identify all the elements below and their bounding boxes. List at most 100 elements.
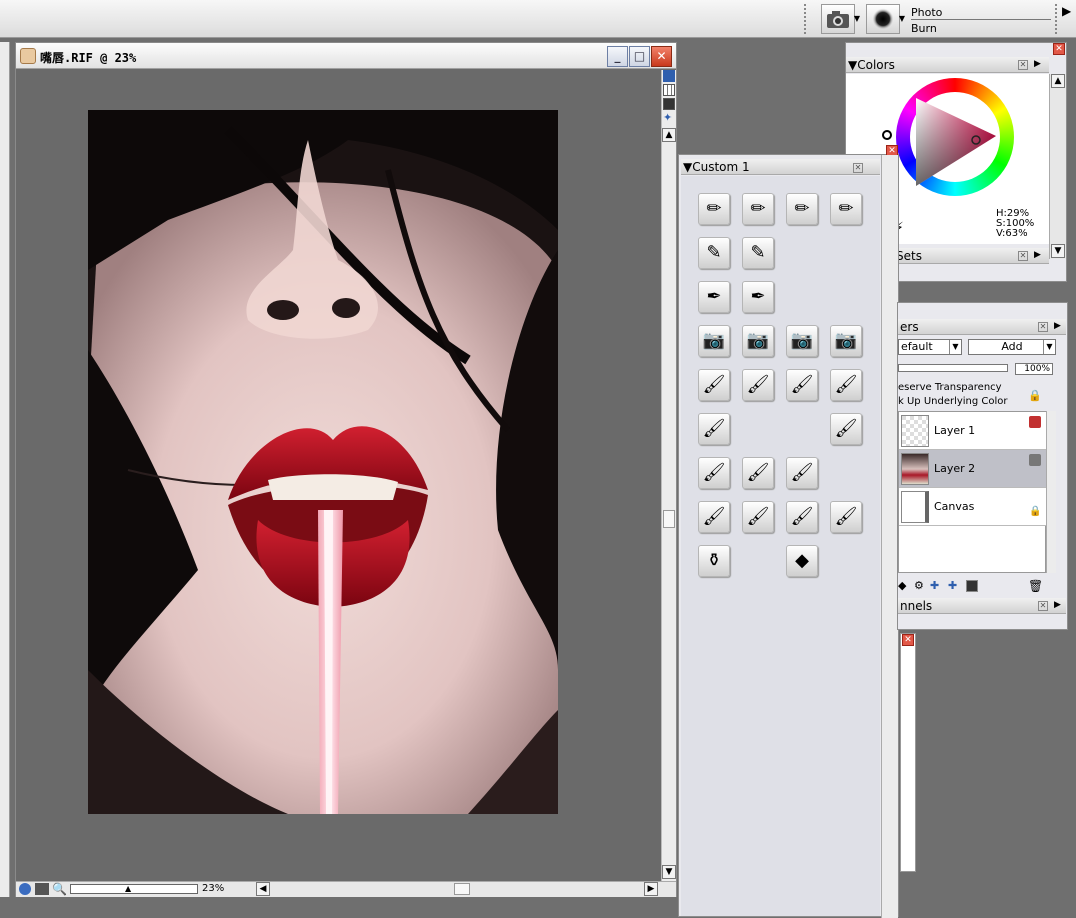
scroll-down-button[interactable]: ▼: [662, 865, 676, 879]
scroll-left-button[interactable]: ◀: [256, 882, 270, 896]
palette-menu-arrow-icon[interactable]: ▶: [1034, 59, 1041, 69]
water-brush-icon[interactable]: 🖌: [830, 413, 862, 445]
blender-brush-icon[interactable]: 🖌: [786, 501, 818, 533]
pen-icon[interactable]: ✒: [698, 281, 730, 313]
water-brush-icon[interactable]: 🖌: [698, 413, 730, 445]
new-layer-mask-icon[interactable]: ✚: [948, 579, 957, 592]
camera-icon[interactable]: 📷: [742, 325, 774, 357]
pencil-icon[interactable]: ✏: [786, 193, 818, 225]
scroll-down-button[interactable]: ▼: [1051, 244, 1065, 258]
camera-icon[interactable]: 📷: [830, 325, 862, 357]
dynamic-plugins-icon[interactable]: ◆: [898, 579, 906, 592]
canvas-area[interactable]: [16, 70, 661, 881]
chevron-down-icon[interactable]: ▼: [1043, 340, 1055, 354]
zoom-slider-thumb[interactable]: ▲: [125, 884, 131, 893]
close-icon[interactable]: ✕: [902, 634, 914, 646]
eraser-icon[interactable]: ✎: [698, 237, 730, 269]
water-brush-icon[interactable]: 🖌: [698, 369, 730, 401]
chevron-down-icon[interactable]: ▼: [853, 4, 861, 34]
palette-menu-arrow-icon[interactable]: ▶: [1034, 250, 1041, 260]
pencil-icon[interactable]: ✏: [698, 193, 730, 225]
blender-brush-icon[interactable]: 🖌: [742, 501, 774, 533]
chevron-down-icon[interactable]: ▼: [898, 4, 906, 34]
blender-brush-icon[interactable]: 🖌: [830, 501, 862, 533]
lock-icon[interactable]: 🔒: [1029, 506, 1041, 517]
collapse-triangle-icon[interactable]: ▼: [848, 58, 857, 72]
pin-icon[interactable]: ✦: [663, 112, 675, 124]
hue-indicator[interactable]: [882, 130, 892, 140]
grid-icon[interactable]: [663, 84, 675, 96]
eraser-icon[interactable]: ✎: [742, 237, 774, 269]
layer-commands-icon[interactable]: ⚙: [914, 579, 924, 592]
hscroll-thumb[interactable]: [454, 883, 470, 895]
scroll-right-button[interactable]: ▶: [644, 882, 658, 896]
camera-icon[interactable]: 📷: [698, 325, 730, 357]
binoculars-icon[interactable]: [35, 883, 49, 895]
pick-up-color-label[interactable]: k Up Underlying Color: [898, 396, 1008, 407]
composite-method-select[interactable]: efault ▼: [898, 339, 962, 355]
layer-row[interactable]: Canvas 🔒: [899, 488, 1047, 526]
custom-palette-header[interactable]: ▼Custom 1: [681, 159, 880, 175]
left-panel-edge[interactable]: [0, 42, 10, 897]
collapse-triangle-icon[interactable]: ▼: [683, 160, 692, 174]
close-button[interactable]: ✕: [651, 46, 672, 67]
pen-icon[interactable]: ✒: [742, 281, 774, 313]
palette-close-box[interactable]: ✕: [1018, 60, 1028, 70]
layer-row[interactable]: Layer 1: [899, 412, 1047, 450]
blender-brush-icon[interactable]: 🖌: [698, 501, 730, 533]
water-brush-icon[interactable]: 🖌: [742, 369, 774, 401]
palette-close-box[interactable]: ✕: [1018, 251, 1028, 261]
camera-icon[interactable]: 📷: [786, 325, 818, 357]
minimize-button[interactable]: _: [607, 46, 628, 67]
opacity-field[interactable]: 100%: [1015, 363, 1053, 375]
toolbar-grip[interactable]: [1055, 4, 1059, 34]
custom-palette-scrollbar[interactable]: [881, 155, 898, 918]
saturation-value-triangle[interactable]: [896, 78, 1014, 196]
custom-palette-title: Custom 1: [692, 160, 750, 174]
preserve-transparency-label[interactable]: eserve Transparency: [898, 382, 1002, 393]
water-brush-icon[interactable]: 🖌: [830, 369, 862, 401]
layers-list[interactable]: Layer 1 Layer 2 Canvas 🔒: [898, 411, 1047, 573]
scroll-up-button[interactable]: ▲: [662, 128, 676, 142]
brush-variant-button[interactable]: [866, 4, 900, 34]
trash-icon[interactable]: 🗑: [1028, 579, 1043, 593]
lock-icon[interactable]: 🔒: [1028, 389, 1042, 402]
pencil-icon[interactable]: ✏: [830, 193, 862, 225]
document-title-bar[interactable]: 嘴唇.RIF @ 23% _ □ ✕: [16, 43, 676, 69]
ink-pot-icon[interactable]: ⚱: [698, 545, 730, 577]
view-mode-icon[interactable]: [663, 70, 675, 82]
layers-scrollbar[interactable]: [1046, 411, 1056, 573]
opacity-slider[interactable]: [898, 364, 1008, 372]
zoom-slider[interactable]: ▲: [70, 884, 198, 894]
toolbar-grip[interactable]: [804, 4, 808, 34]
painting-image[interactable]: [88, 110, 558, 814]
palette-knife-icon[interactable]: ◆: [786, 545, 818, 577]
oil-brush-icon[interactable]: 🖌: [786, 457, 818, 489]
scroll-thumb[interactable]: [663, 510, 675, 528]
palette-menu-arrow-icon[interactable]: ▶: [1054, 321, 1061, 331]
globe-icon[interactable]: [19, 883, 31, 895]
scroll-up-button[interactable]: ▲: [1051, 74, 1065, 88]
expand-arrow-icon[interactable]: ▶: [1062, 4, 1071, 18]
composite-depth-select[interactable]: Add ▼: [968, 339, 1056, 355]
water-brush-icon[interactable]: 🖌: [786, 369, 818, 401]
oil-brush-icon[interactable]: 🖌: [698, 457, 730, 489]
new-layer-icon[interactable]: ✚: [930, 579, 939, 592]
close-icon[interactable]: ✕: [1053, 43, 1065, 55]
maximize-button[interactable]: □: [629, 46, 650, 67]
drawing-mode-icon[interactable]: [663, 98, 675, 110]
layer-row[interactable]: Layer 2: [899, 450, 1047, 488]
oil-brush-icon[interactable]: 🖌: [742, 457, 774, 489]
chevron-down-icon[interactable]: ▼: [949, 340, 961, 354]
vertical-scrollbar[interactable]: ✦ ▲ ▼: [661, 70, 676, 881]
colors-scrollbar[interactable]: ▲ ▼: [1049, 74, 1066, 259]
layer-mask-icon[interactable]: [966, 580, 978, 592]
pencil-icon[interactable]: ✏: [742, 193, 774, 225]
palette-menu-arrow-icon[interactable]: ▶: [1054, 600, 1061, 610]
palette-close-box[interactable]: ✕: [853, 163, 863, 173]
zoom-icon[interactable]: 🔍: [52, 882, 67, 896]
palette-close-box[interactable]: ✕: [1038, 601, 1048, 611]
palette-close-box[interactable]: ✕: [1038, 322, 1048, 332]
collapsed-palette[interactable]: ✕: [900, 633, 916, 872]
brush-category-button[interactable]: [821, 4, 855, 34]
